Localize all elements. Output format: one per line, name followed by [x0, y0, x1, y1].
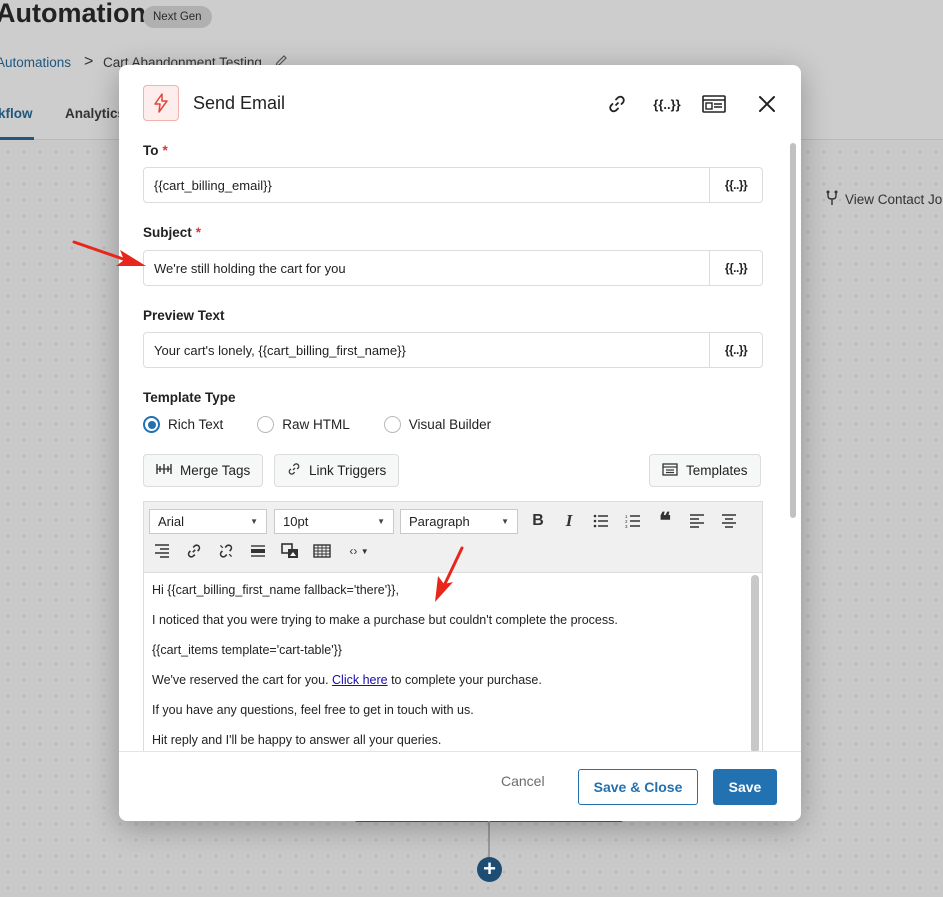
tab-workflow[interactable]: kflow	[0, 106, 33, 121]
required-marker: *	[162, 143, 168, 158]
subject-label: Subject *	[143, 225, 202, 240]
link-triggers-icon	[287, 462, 301, 479]
editor-scrollbar-thumb[interactable]	[751, 575, 759, 753]
merge-tags-button[interactable]: Merge Tags	[143, 454, 264, 487]
editor-content[interactable]: Hi {{cart_billing_first_name fallback='t…	[144, 573, 750, 753]
to-merge-tag-button[interactable]: {{..}}	[709, 168, 762, 202]
to-field: {{..}}	[143, 167, 763, 203]
modal-footer: Cancel Save & Close Save	[119, 751, 801, 821]
editor-line: I noticed that you were trying to make a…	[152, 613, 618, 627]
bold-icon[interactable]: B	[526, 509, 550, 533]
preview-text-input[interactable]	[144, 333, 709, 367]
numbered-list-icon[interactable]: 123	[621, 509, 645, 533]
modal-header: Send Email	[143, 85, 285, 121]
align-center-icon[interactable]	[717, 509, 741, 533]
source-code-icon[interactable]: ‹› ▼	[342, 539, 376, 563]
templates-button[interactable]: Templates	[649, 454, 761, 487]
link-icon[interactable]	[603, 90, 631, 118]
to-input[interactable]	[144, 168, 709, 202]
preview-merge-tag-button[interactable]: {{..}}	[709, 333, 762, 367]
editor-line: {{cart_items template='cart-table'}}	[152, 643, 342, 657]
block-format-select[interactable]: Paragraph ▼	[400, 509, 518, 534]
radio-visual-builder[interactable]: Visual Builder	[383, 416, 491, 433]
align-left-icon[interactable]	[685, 509, 709, 533]
subject-merge-tag-button[interactable]: {{..}}	[709, 251, 762, 285]
to-label: To *	[143, 143, 168, 158]
workflow-connector	[488, 821, 490, 857]
breadcrumb-separator: >	[84, 53, 94, 70]
editor-line: Hit reply and I'll be happy to answer al…	[152, 733, 442, 747]
save-and-close-button[interactable]: Save & Close	[578, 769, 698, 805]
tab-active-indicator	[0, 137, 34, 140]
subject-input[interactable]	[144, 251, 709, 285]
insert-link-icon[interactable]	[182, 539, 206, 563]
editor-line: Hi {{cart_billing_first_name fallback='t…	[152, 583, 399, 597]
required-marker: *	[195, 225, 202, 240]
radio-rich-text-circle[interactable]	[143, 416, 160, 433]
preview-text-label: Preview Text	[143, 308, 225, 323]
link-triggers-button[interactable]: Link Triggers	[274, 454, 400, 487]
horizontal-rule-icon[interactable]	[246, 539, 270, 563]
bullet-list-icon[interactable]	[589, 509, 613, 533]
caret-down-icon: ▼	[250, 517, 258, 526]
merge-tag-icon[interactable]: {{..}}	[653, 90, 681, 118]
tab-analytics[interactable]: Analytics	[65, 106, 125, 121]
align-right-icon[interactable]	[150, 539, 174, 563]
blockquote-icon[interactable]: ❝	[653, 508, 677, 533]
modal-title: Send Email	[193, 92, 286, 113]
radio-visual-builder-circle[interactable]	[383, 416, 401, 433]
merge-tags-icon	[156, 463, 172, 478]
branch-icon	[825, 190, 839, 209]
svg-text:3: 3	[625, 524, 628, 528]
radio-raw-html-circle[interactable]	[257, 416, 275, 433]
caret-down-icon: ▼	[501, 517, 509, 526]
view-contact-journey-label: View Contact Jo	[845, 192, 943, 207]
next-gen-badge: Next Gen	[143, 6, 212, 28]
modal-scrollbar-thumb[interactable]	[790, 143, 796, 518]
unlink-icon[interactable]	[214, 539, 238, 563]
page-title: Automations	[0, 0, 161, 28]
subject-field: {{..}}	[143, 250, 763, 286]
radio-raw-html[interactable]: Raw HTML	[257, 416, 350, 433]
font-size-select[interactable]: 10pt ▼	[274, 509, 394, 534]
caret-down-icon: ▼	[377, 517, 385, 526]
save-button[interactable]: Save	[713, 769, 777, 805]
template-icon[interactable]	[700, 90, 728, 118]
add-step-button[interactable]: +	[477, 857, 502, 882]
insert-table-icon[interactable]	[310, 539, 334, 563]
cancel-button[interactable]: Cancel	[501, 773, 545, 789]
view-contact-journey-link[interactable]: View Contact Jo	[825, 190, 942, 209]
breadcrumb-root[interactable]: Automations	[0, 55, 71, 70]
lightning-icon	[143, 85, 179, 121]
editor-line: If you have any questions, feel free to …	[152, 703, 474, 717]
insert-image-icon[interactable]	[278, 539, 302, 563]
template-type-label: Template Type	[143, 390, 236, 405]
radio-rich-text[interactable]: Rich Text	[143, 416, 223, 433]
font-family-select[interactable]: Arial ▼	[149, 509, 267, 534]
click-here-link[interactable]: Click here	[332, 673, 388, 687]
editor-line: We've reserved the cart for you. Click h…	[152, 673, 542, 687]
italic-icon[interactable]: I	[557, 509, 581, 533]
preview-text-field: {{..}}	[143, 332, 763, 368]
send-email-modal: Send Email {{..}} To* {{..}} Subject* {{…	[119, 65, 801, 821]
editor-toolbar: Arial ▼ 10pt ▼ Paragraph ▼ B I 123 ❝ ‹› …	[144, 502, 762, 573]
templates-icon	[662, 462, 678, 479]
close-icon[interactable]	[753, 90, 781, 118]
template-type-options: Rich Text Raw HTML Visual Builder	[143, 416, 525, 433]
